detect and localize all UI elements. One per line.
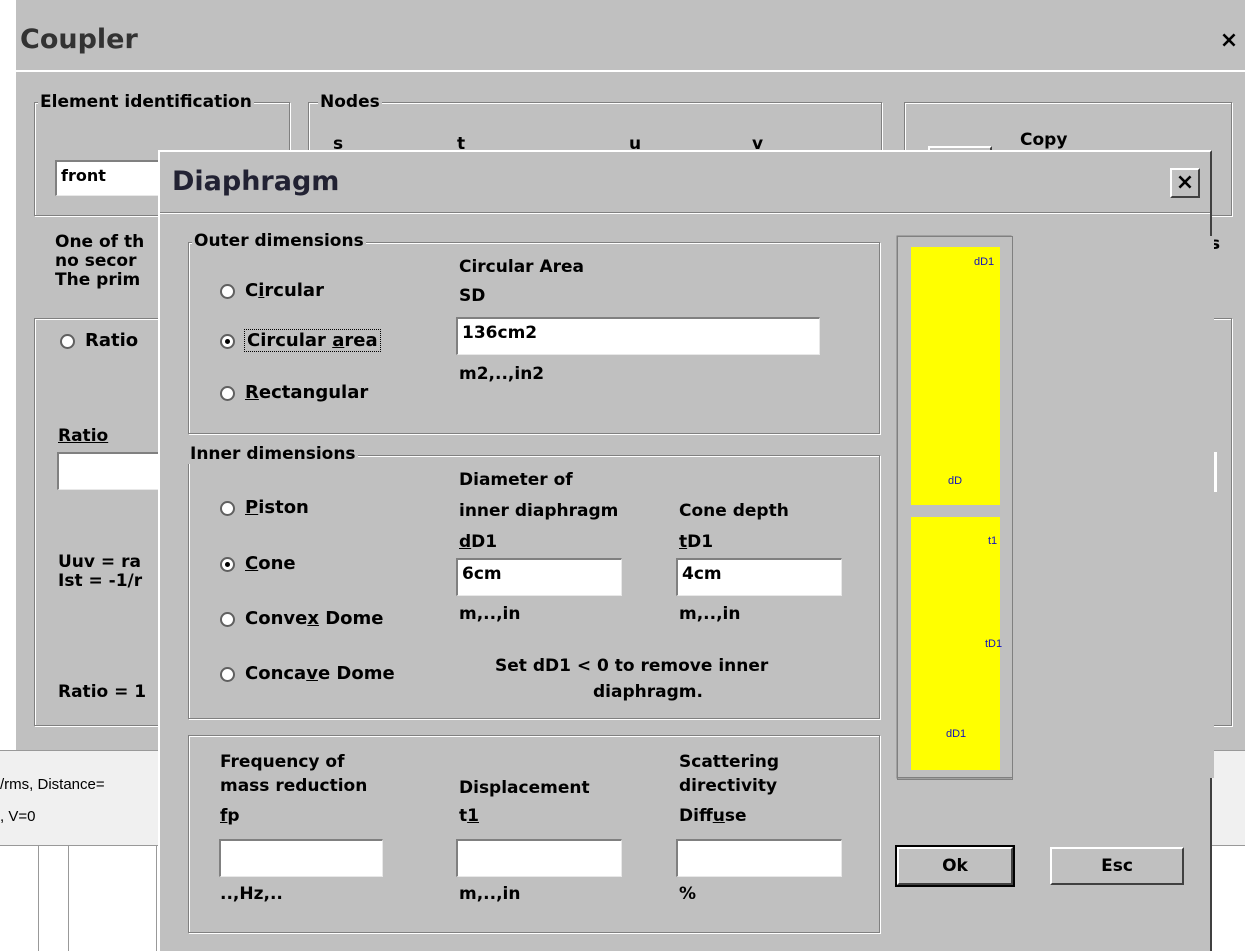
esc-button[interactable]: Esc <box>1050 847 1184 885</box>
displacement-units: m,..,in <box>459 884 521 904</box>
diaphragm-close-button[interactable]: × <box>1170 168 1200 198</box>
panel-right-area <box>1011 236 1210 778</box>
outer-rectangular-radio[interactable]: Rectangular <box>220 382 368 403</box>
coupler-close-button[interactable]: × <box>1216 28 1242 54</box>
status-line-2: , V=0 <box>0 808 36 825</box>
label-t1: t1 <box>988 535 998 547</box>
ratio-radio-circle[interactable] <box>60 333 75 349</box>
inner-dimensions-title: Inner dimensions <box>188 444 358 464</box>
ratio-input[interactable] <box>57 452 167 490</box>
element-id-input[interactable]: front <box>55 160 165 196</box>
cone-depth-symbol: tD1 <box>679 532 714 552</box>
area-units: m2,..,in2 <box>459 364 545 384</box>
freq-units: ..,Hz,.. <box>220 884 283 904</box>
displacement-input[interactable] <box>456 839 622 877</box>
ist-text: Ist = -1/r <box>58 571 143 591</box>
cone-depth-input[interactable]: 4cm <box>676 558 842 596</box>
inner-note-1: Set dD1 < 0 to remove inner <box>495 656 769 676</box>
diaphragm-title-divider-2 <box>160 213 1210 214</box>
diaphragm-title: Diaphragm <box>172 166 340 197</box>
freq-label-2: mass reduction <box>220 776 368 796</box>
coupler-title: Coupler <box>20 24 138 55</box>
ratio-equation: Ratio = 1 <box>58 682 147 702</box>
outer-dimensions-title: Outer dimensions <box>192 231 366 251</box>
sd-label: SD <box>459 286 486 306</box>
scattering-label-2: directivity <box>679 776 778 796</box>
grid-line-3 <box>156 845 157 951</box>
grid-line-2 <box>68 845 69 951</box>
label-dD: dD <box>948 475 963 487</box>
copy-button-label[interactable]: Copy <box>1020 130 1067 150</box>
outer-circular-radio[interactable]: Circular <box>220 280 324 301</box>
status-line-1: /rms, Distance= <box>0 776 105 793</box>
scattering-label-1: Scattering <box>679 752 780 772</box>
label-dD1-bottom: dD1 <box>946 728 967 740</box>
ok-button[interactable]: Ok <box>895 845 1015 887</box>
grid-line-1 <box>38 845 39 951</box>
displacement-symbol: t1 <box>459 806 479 826</box>
inner-concave-dome-radio[interactable]: Concave Dome <box>220 663 395 684</box>
label-dD1-top: dD1 <box>974 256 995 268</box>
label-tD1: tD1 <box>985 638 1003 650</box>
coupler-info-line-3: The prim <box>55 270 141 290</box>
coupler-title-divider <box>14 70 1245 72</box>
scattering-input[interactable] <box>676 839 842 877</box>
nodes-title: Nodes <box>318 92 382 112</box>
diameter-symbol: dD1 <box>459 532 498 552</box>
inner-convex-dome-radio[interactable]: Convex Dome <box>220 608 384 629</box>
inner-cone-radio[interactable]: Cone <box>220 553 296 574</box>
scattering-symbol: Diffuse <box>679 806 747 826</box>
uuv-text: Uuv = ra <box>58 552 141 572</box>
figure-wide-yellow-top <box>911 247 1000 505</box>
diameter-label-1: Diameter of <box>459 470 573 490</box>
displacement-label: Displacement <box>459 778 590 798</box>
freq-symbol: fp <box>220 806 240 826</box>
ratio-label: Ratio <box>58 426 109 446</box>
freq-label-1: Frequency of <box>220 752 345 772</box>
scattering-units: % <box>679 884 697 904</box>
coupler-left-border <box>14 0 16 750</box>
inner-note-2: diaphragm. <box>593 682 703 702</box>
coupler-info-line-1: One of th <box>55 232 145 252</box>
circular-area-input[interactable]: 136cm2 <box>456 317 820 355</box>
coupler-info-line-2: no secor <box>55 251 137 271</box>
element-identification-title: Element identification <box>38 92 254 112</box>
diameter-units: m,..,in <box>459 604 521 624</box>
cone-depth-units: m,..,in <box>679 604 741 624</box>
inner-piston-radio[interactable]: Piston <box>220 497 309 518</box>
freq-input[interactable] <box>219 839 383 877</box>
diameter-label-2: inner diaphragm <box>459 501 619 521</box>
outer-circular-area-radio[interactable]: Circular area <box>220 329 381 352</box>
diameter-input[interactable]: 6cm <box>456 558 622 596</box>
cone-depth-label: Cone depth <box>679 501 789 521</box>
ratio-radio[interactable]: Ratio <box>60 330 138 351</box>
circular-area-label: Circular Area <box>459 257 585 277</box>
